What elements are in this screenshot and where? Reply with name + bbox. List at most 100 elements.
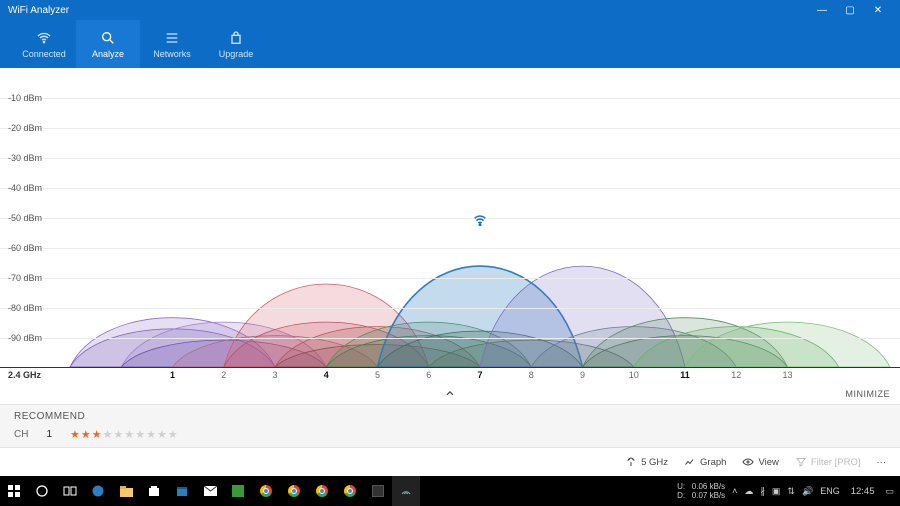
tray-cloud-icon[interactable]: ☁ — [744, 486, 753, 497]
recommend-channel: 1 — [46, 429, 52, 440]
view-label: View — [758, 457, 778, 468]
filter-button[interactable]: Filter [PRO] — [795, 456, 861, 468]
task-wifi-analyzer[interactable] — [392, 476, 420, 506]
task-edge[interactable] — [84, 476, 112, 506]
tray-clock[interactable]: 12:45 — [847, 486, 879, 497]
star-icon: ★ — [103, 428, 113, 441]
mail-icon — [204, 486, 217, 496]
x-tick-label: 9 — [580, 370, 585, 380]
x-tick-label: 7 — [477, 370, 482, 380]
eye-icon — [742, 456, 754, 468]
more-button[interactable]: ··· — [877, 457, 887, 468]
x-tick-label: 4 — [324, 370, 329, 380]
tab-upgrade[interactable]: Upgrade — [204, 20, 268, 68]
star-icon: ★ — [70, 428, 80, 441]
app-title: WiFi Analyzer — [8, 5, 69, 16]
window-minimize-button[interactable]: — — [808, 5, 836, 16]
task-mail[interactable] — [196, 476, 224, 506]
star-icon: ★ — [168, 428, 178, 441]
star-icon: ★ — [135, 428, 145, 441]
task-app-dark[interactable] — [364, 476, 392, 506]
tab-analyze[interactable]: Analyze — [76, 20, 140, 68]
square-icon — [372, 485, 384, 497]
magnifier-icon — [100, 30, 116, 46]
y-tick-label: -40 dBm — [8, 183, 42, 193]
star-icon: ★ — [157, 428, 167, 441]
task-store[interactable] — [140, 476, 168, 506]
task-explorer[interactable] — [112, 476, 140, 506]
y-tick-label: -70 dBm — [8, 273, 42, 283]
tray-chevron-icon[interactable]: ˄ — [732, 486, 737, 496]
window-maximize-button[interactable]: ▢ — [836, 5, 864, 16]
chrome-icon — [260, 485, 272, 497]
view-button[interactable]: View — [742, 456, 778, 468]
windows-taskbar: U: 0.06 kB/s D: 0.07 kB/s ˄ ☁ ∦ ▣ ⇅ 🔊 EN… — [0, 476, 900, 506]
y-tick-label: -30 dBm — [8, 153, 42, 163]
recommend-title: RECOMMEND — [14, 411, 886, 422]
chrome-icon — [344, 485, 356, 497]
connected-wifi-icon — [473, 213, 487, 231]
y-tick-label: -90 dBm — [8, 333, 42, 343]
windows-icon — [8, 485, 20, 497]
folder-icon — [120, 486, 133, 497]
task-chrome-1[interactable] — [252, 476, 280, 506]
star-icon: ★ — [124, 428, 134, 441]
filter-icon — [795, 456, 807, 468]
tab-connected[interactable]: Connected — [12, 20, 76, 68]
task-app-green[interactable] — [224, 476, 252, 506]
wifi-icon — [36, 30, 52, 46]
x-tick-label: 12 — [731, 370, 741, 380]
star-icon: ★ — [146, 428, 156, 441]
signal-chart: -10 dBm-20 dBm-30 dBm-40 dBm-50 dBm-60 d… — [0, 68, 900, 368]
x-tick-label: 10 — [629, 370, 639, 380]
start-button[interactable] — [0, 476, 28, 506]
bag-icon — [228, 30, 244, 46]
recommend-ch-label: CH — [14, 429, 28, 440]
taskview-button[interactable] — [56, 476, 84, 506]
cortana-button[interactable] — [28, 476, 56, 506]
tray-language[interactable]: ENG — [820, 486, 840, 496]
tray-action-center-icon[interactable]: ▭ — [885, 486, 894, 497]
panel-collapse-row: ⌃ MINIMIZE — [0, 386, 900, 404]
star-icon: ★ — [114, 428, 124, 441]
tray-battery-icon[interactable]: ▣ — [772, 486, 781, 497]
tray-volume-icon[interactable]: 🔊 — [802, 486, 813, 497]
band-switch-button[interactable]: 5 GHz — [625, 456, 668, 468]
star-icon: ★ — [81, 428, 91, 441]
task-chrome-3[interactable] — [308, 476, 336, 506]
filter-label: Filter [PRO] — [811, 457, 861, 468]
x-tick-label: 11 — [680, 370, 690, 380]
square-icon — [232, 485, 244, 497]
x-tick-label: 8 — [529, 370, 534, 380]
graph-button[interactable]: Graph — [684, 456, 726, 468]
system-tray[interactable]: U: 0.06 kB/s D: 0.07 kB/s ˄ ☁ ∦ ▣ ⇅ 🔊 EN… — [677, 482, 900, 500]
window-close-button[interactable]: ✕ — [864, 5, 892, 16]
x-tick-label: 5 — [375, 370, 380, 380]
ribbon: Connected Analyze Networks Upgrade — [0, 20, 900, 68]
wifi-app-icon — [400, 485, 412, 497]
y-tick-label: -50 dBm — [8, 213, 42, 223]
band-label: 2.4 GHz — [8, 370, 41, 380]
tab-networks[interactable]: Networks — [140, 20, 204, 68]
calendar-icon — [176, 485, 188, 497]
tray-wifi-icon[interactable]: ⇅ — [787, 486, 795, 497]
x-tick-label: 1 — [170, 370, 175, 380]
graph-label: Graph — [700, 457, 726, 468]
task-calendar[interactable] — [168, 476, 196, 506]
y-tick-label: -20 dBm — [8, 123, 42, 133]
taskview-icon — [63, 485, 77, 497]
recommend-panel: RECOMMEND CH 1 ★★★★★★★★★★ — [0, 404, 900, 448]
chart-x-axis: 2.4 GHz 12345678910111213 — [0, 368, 900, 386]
chrome-icon — [288, 485, 300, 497]
chevron-up-icon[interactable]: ⌃ — [443, 388, 456, 408]
minimize-panel-button[interactable]: MINIMIZE — [846, 389, 891, 399]
tray-bluetooth-icon[interactable]: ∦ — [760, 486, 765, 497]
circle-icon — [36, 485, 48, 497]
edge-icon — [92, 485, 104, 497]
task-chrome-2[interactable] — [280, 476, 308, 506]
tab-analyze-label: Analyze — [92, 49, 124, 59]
network-speed: U: 0.06 kB/s D: 0.07 kB/s — [677, 482, 725, 500]
task-chrome-4[interactable] — [336, 476, 364, 506]
tab-networks-label: Networks — [153, 49, 191, 59]
store-icon — [148, 485, 160, 497]
